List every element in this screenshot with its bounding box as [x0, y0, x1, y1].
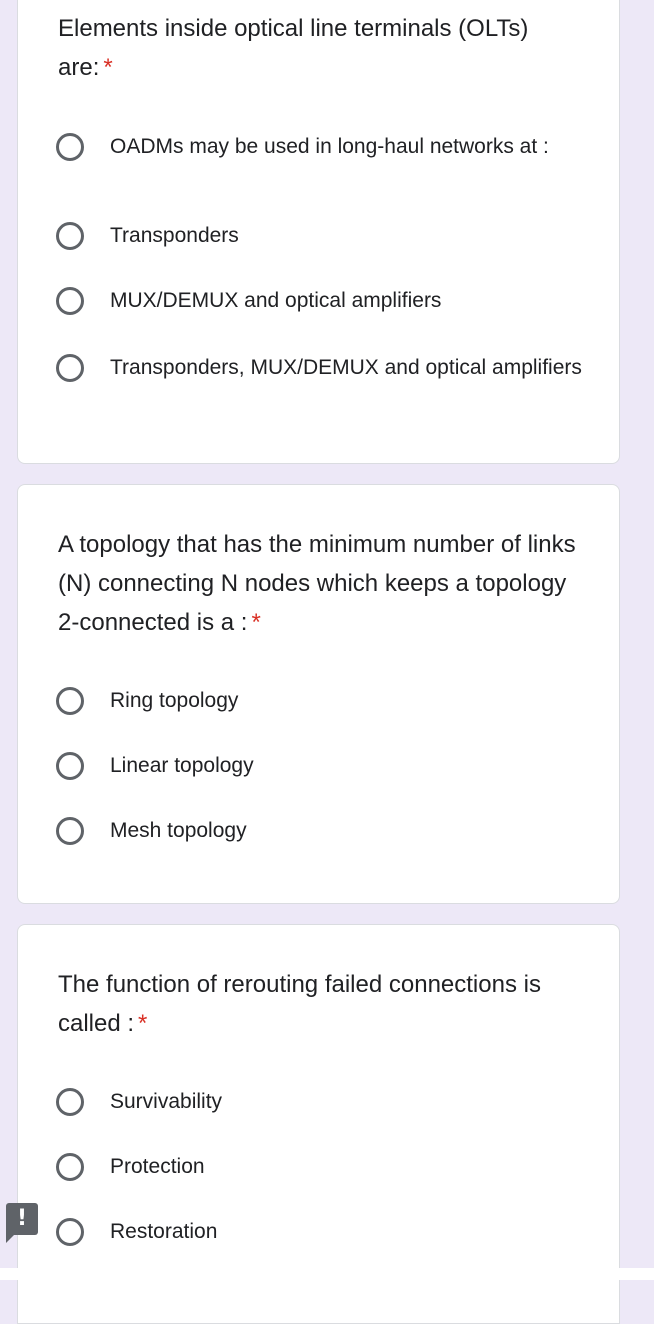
radio-button[interactable] [56, 222, 84, 250]
radio-button[interactable] [56, 752, 84, 780]
option-linear-topology[interactable]: Linear topology [56, 750, 596, 782]
option-label: Linear topology [110, 754, 254, 777]
radio-button[interactable] [56, 354, 84, 382]
required-asterisk: * [103, 54, 113, 81]
option-label: Transponders, MUX/DEMUX and optical ampl… [110, 356, 582, 379]
question-title: The function of rerouting failed connect… [58, 971, 541, 1037]
radio-button[interactable] [56, 133, 84, 161]
option-restoration[interactable]: Restoration [56, 1216, 596, 1248]
option-survivability[interactable]: Survivability [56, 1086, 596, 1118]
radio-button[interactable] [56, 287, 84, 315]
question-card-1: Elements inside optical line terminals (… [17, 0, 620, 464]
option-mesh-topology[interactable]: Mesh topology [56, 815, 596, 847]
option-transponders-mux-demux-amplifiers[interactable]: Transponders, MUX/DEMUX and optical ampl… [56, 352, 596, 384]
option-label: Ring topology [110, 689, 239, 712]
report-icon[interactable]: ! [6, 1203, 38, 1243]
option-ring-topology[interactable]: Ring topology [56, 685, 596, 717]
option-label: Protection [110, 1155, 205, 1178]
option-label: Mesh topology [110, 819, 247, 842]
radio-button[interactable] [56, 817, 84, 845]
option-oadms-long-haul[interactable]: OADMs may be used in long-haul networks … [56, 131, 596, 163]
option-transponders[interactable]: Transponders [56, 220, 596, 252]
radio-button[interactable] [56, 1088, 84, 1116]
question-title: Elements inside optical line terminals (… [58, 15, 529, 81]
radio-button[interactable] [56, 1153, 84, 1181]
question-card-3: The function of rerouting failed connect… [17, 924, 620, 1324]
radio-button[interactable] [56, 1218, 84, 1246]
bottom-edge [0, 1268, 654, 1280]
option-protection[interactable]: Protection [56, 1151, 596, 1183]
option-label: OADMs may be used in long-haul networks … [110, 135, 549, 158]
question-title: A topology that has the minimum number o… [58, 531, 576, 636]
radio-button[interactable] [56, 687, 84, 715]
option-label: Transponders [110, 224, 239, 247]
option-mux-demux-amplifiers[interactable]: MUX/DEMUX and optical amplifiers [56, 285, 596, 317]
option-label: Survivability [110, 1090, 223, 1113]
option-label: Restoration [110, 1220, 218, 1243]
required-asterisk: * [138, 1010, 148, 1037]
question-card-2: A topology that has the minimum number o… [17, 484, 620, 904]
option-label: MUX/DEMUX and optical amplifiers [110, 289, 442, 312]
required-asterisk: * [251, 609, 261, 636]
